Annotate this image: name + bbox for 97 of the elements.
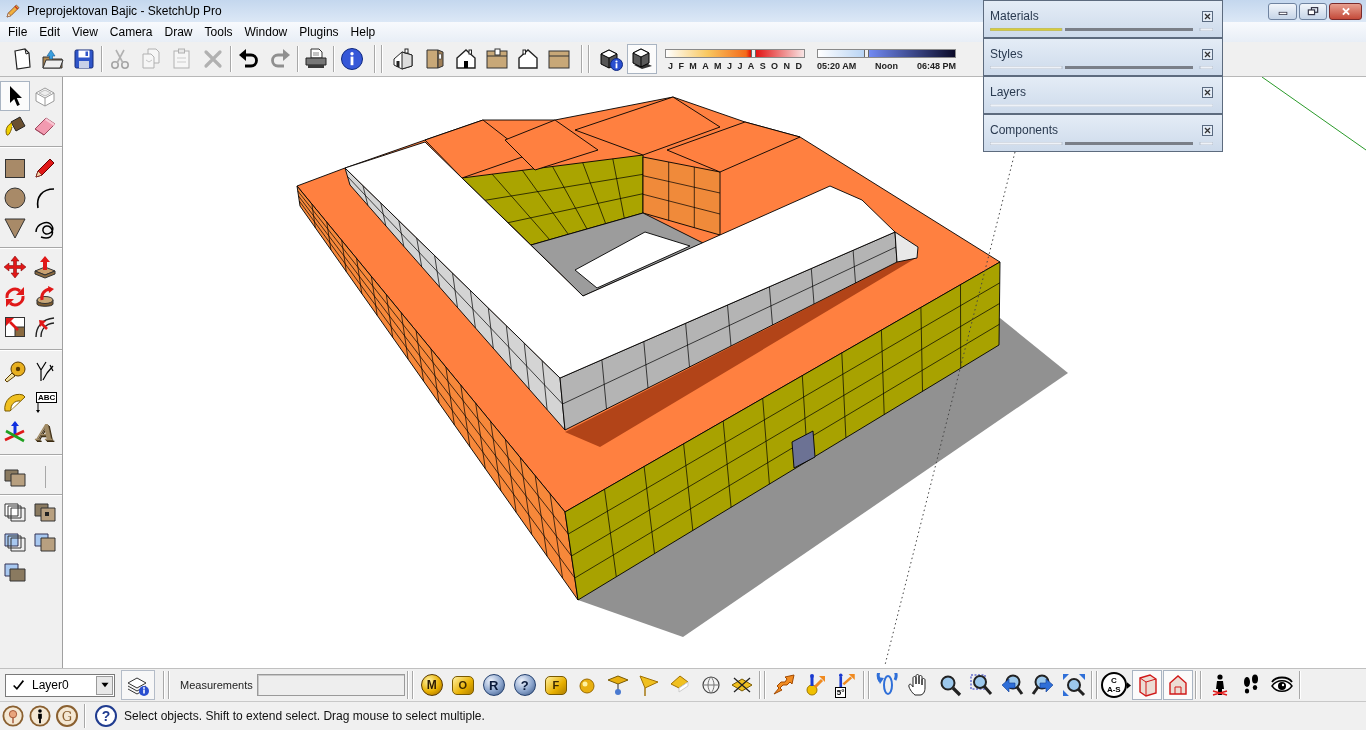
month-label: J	[726, 60, 732, 71]
month-label: A	[702, 60, 709, 71]
menu-item[interactable]: Draw	[158, 22, 199, 42]
layered-squares-icon	[3, 560, 27, 584]
paint-bucket-icon	[3, 114, 27, 138]
arcs-arrow-icon	[33, 315, 57, 339]
panel-title: Layers	[990, 85, 1027, 99]
menu-item[interactable]: Tools	[198, 22, 239, 42]
measurements-label: Measurements	[180, 678, 253, 692]
minimize-button[interactable]	[1268, 2, 1297, 20]
layered-squares-icon	[33, 500, 57, 524]
help-button[interactable]: ?	[95, 705, 117, 727]
box-up-arrow-icon	[33, 255, 57, 279]
close-button[interactable]	[1329, 2, 1362, 20]
close-icon[interactable]	[1202, 10, 1213, 22]
month-label: M	[714, 60, 722, 71]
pencil-icon	[5, 3, 21, 19]
magnifier-arrow-icon	[1030, 673, 1055, 697]
orbit-arrows-icon	[875, 673, 900, 697]
person-circle-icon	[29, 705, 51, 727]
tray-panel[interactable]: Materials	[983, 0, 1223, 38]
month-label: J	[737, 60, 743, 71]
magnifier-dashed-box-icon	[968, 673, 993, 697]
panel-title: Components	[990, 123, 1059, 137]
magnifier-arrow-icon	[999, 673, 1024, 697]
square-icon	[3, 156, 27, 180]
toolbar-button[interactable]: ?	[513, 674, 536, 696]
month-label: M	[689, 60, 697, 71]
time-slider[interactable]	[817, 48, 956, 58]
circular-arrows-icon	[3, 285, 27, 309]
pencil-icon	[33, 156, 57, 180]
layer-dropdown[interactable]: Layer0	[5, 673, 115, 697]
menu-item[interactable]: Plugins	[293, 22, 345, 42]
month-label: J	[668, 60, 673, 71]
tool-button[interactable]: ABC	[30, 387, 60, 417]
dropdown-button[interactable]	[96, 675, 113, 695]
menu-item[interactable]: Edit	[33, 22, 67, 42]
restore-icon	[1306, 5, 1320, 17]
magnifier-arrows-icon	[1061, 673, 1086, 697]
close-icon[interactable]	[1202, 124, 1213, 136]
month-label: N	[783, 60, 790, 71]
tray-panel[interactable]: Styles	[983, 38, 1223, 76]
cylinder-arrow-icon	[33, 285, 57, 309]
menu-item[interactable]: File	[2, 22, 34, 42]
toolbar-button[interactable]: M	[420, 674, 443, 696]
tray-panel[interactable]: Layers	[983, 76, 1223, 114]
time-label: 06:48 PM	[916, 60, 956, 71]
caret-icon	[99, 680, 110, 690]
status-button[interactable]	[29, 705, 51, 727]
panel-title: Materials	[990, 9, 1039, 23]
toolbar-button[interactable]: 5°	[830, 670, 861, 700]
measurements-field[interactable]	[256, 674, 405, 696]
month-label: F	[678, 60, 684, 71]
time-label: 05:20 AM	[817, 60, 857, 71]
menu-item[interactable]: View	[66, 22, 104, 42]
close-icon[interactable]	[1202, 86, 1213, 98]
time-label: Noon	[875, 60, 899, 71]
toolbar-button[interactable]: O	[451, 675, 474, 695]
month-label: S	[759, 60, 766, 71]
tool-button[interactable]	[0, 81, 30, 111]
toolbar-button[interactable]: R	[482, 674, 505, 696]
month-label: O	[771, 60, 779, 71]
status-message: Select objects. Shift to extend select. Drag mouse to select multiple.	[124, 709, 485, 723]
month-label: A	[747, 60, 755, 71]
toolbar-button[interactable]	[121, 670, 155, 700]
outlined-squares-icon	[3, 500, 27, 524]
slider-thumb[interactable]	[863, 49, 869, 57]
slider-thumb[interactable]	[750, 49, 756, 57]
four-way-arrow-icon	[3, 255, 27, 279]
pennant-icon	[636, 673, 661, 697]
status-button[interactable]: G	[56, 705, 78, 727]
pin-circle-icon	[2, 705, 24, 727]
window-title: Preprojektovan Bajic - SketchUp Pro	[27, 3, 222, 19]
circle-icon	[3, 186, 27, 210]
zigzag-arrow-icon	[771, 673, 796, 697]
plane-pin-icon	[605, 673, 630, 697]
tape-measure-icon	[3, 360, 27, 384]
restore-button[interactable]	[1299, 2, 1327, 20]
axes-icon	[3, 420, 27, 444]
panel-grip[interactable]	[990, 66, 1213, 69]
toolbar-button[interactable]: C A-S	[1100, 672, 1127, 698]
menu-item[interactable]: Window	[238, 22, 294, 42]
close-icon[interactable]	[1202, 48, 1213, 60]
month-slider[interactable]	[665, 48, 805, 58]
outlined-squares-icon	[3, 530, 27, 554]
month-label: D	[795, 60, 802, 71]
panel-grip[interactable]	[990, 28, 1213, 31]
panel-title: Styles	[990, 47, 1023, 61]
layered-squares-icon	[33, 530, 57, 554]
menu-item[interactable]: Camera	[103, 22, 159, 42]
model-viewport[interactable]	[63, 77, 1366, 668]
menu-item[interactable]: Help	[344, 22, 382, 42]
tray-panel[interactable]: Components	[983, 114, 1223, 152]
leader-line-icon	[36, 402, 40, 413]
toolbar-button[interactable]: F	[544, 675, 567, 695]
panel-grip[interactable]	[990, 142, 1213, 145]
triangle-icon	[3, 216, 27, 240]
